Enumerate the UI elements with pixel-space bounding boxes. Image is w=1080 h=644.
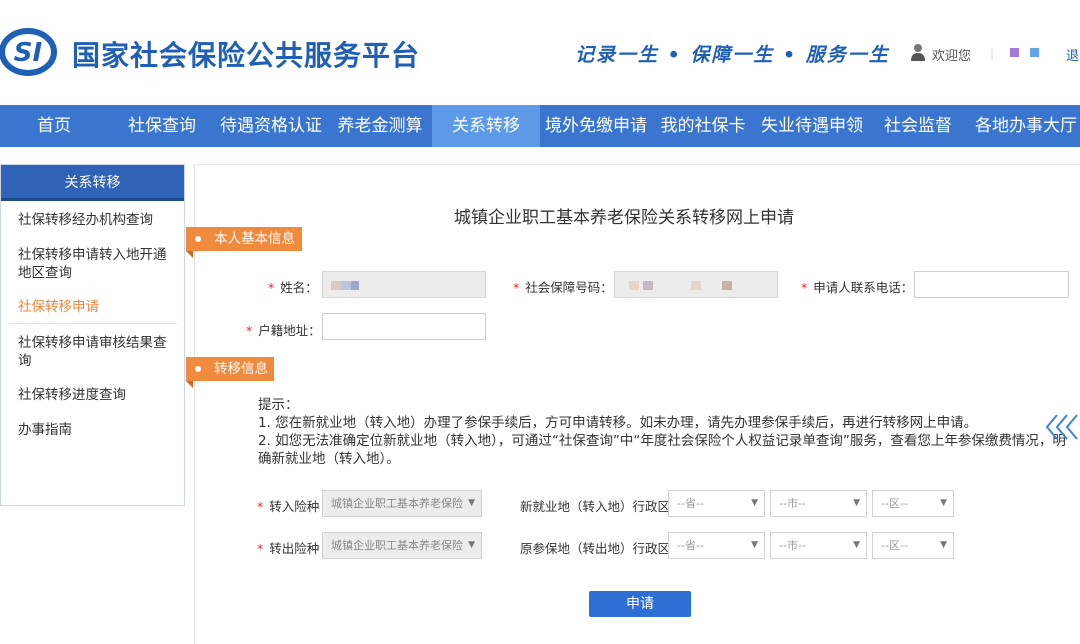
new-district-select[interactable]: --区-- ▼ bbox=[872, 490, 954, 517]
phone-label-text: 申请人联系电话： bbox=[813, 280, 914, 295]
sidebar-item-guide[interactable]: 办事指南 bbox=[18, 421, 178, 439]
masked-text bbox=[691, 281, 701, 290]
old-province-select[interactable]: --省-- ▼ bbox=[668, 532, 765, 559]
nav-item-overseas[interactable]: 境外免缴申请 bbox=[540, 105, 652, 147]
transfer-out-value: 城镇企业职工基本养老保险 bbox=[331, 539, 463, 552]
chevron-down-icon: ▼ bbox=[751, 540, 758, 550]
nav-item-query[interactable]: 社保查询 bbox=[112, 105, 212, 147]
name-label-text: 姓名： bbox=[280, 280, 318, 295]
theme-swatch-blue[interactable] bbox=[1030, 48, 1039, 57]
masked-text bbox=[351, 281, 359, 290]
required-mark: * bbox=[513, 280, 520, 295]
double-chevron-left-icon[interactable] bbox=[1043, 412, 1080, 442]
masked-text bbox=[643, 281, 653, 290]
nav-item-service-hall[interactable]: 各地办事大厅 bbox=[966, 105, 1080, 147]
hint-block: 提示： 1. 您在新就业地（转入地）办理了参保手续后，方可申请转移。如未办理，请… bbox=[258, 396, 1070, 468]
chevron-down-icon: ▼ bbox=[468, 498, 475, 508]
address-label-text: 户籍地址： bbox=[258, 323, 321, 338]
sidebar-item-review-result[interactable]: 社保转移申请审核结果查询 bbox=[18, 334, 178, 370]
old-region-label: 原参保地（转出地）行政区 bbox=[520, 541, 671, 556]
masked-text bbox=[629, 281, 639, 290]
sidebar-title: 关系转移 bbox=[1, 165, 184, 201]
sidebar-item-apply[interactable]: 社保转移申请 bbox=[18, 298, 178, 316]
site-title[interactable]: 国家社会保险公共服务平台 bbox=[72, 34, 420, 74]
old-province-placeholder: --省-- bbox=[677, 539, 704, 552]
required-mark: * bbox=[246, 323, 253, 338]
page-title: 城镇企业职工基本养老保险关系转移网上申请 bbox=[454, 208, 794, 228]
chevron-down-icon: ▼ bbox=[940, 498, 947, 508]
old-city-select[interactable]: --市-- ▼ bbox=[770, 532, 867, 559]
old-city-placeholder: --市-- bbox=[779, 539, 806, 552]
phone-input[interactable] bbox=[914, 271, 1069, 298]
new-region-label: 新就业地（转入地）行政区 bbox=[520, 499, 671, 514]
nav-item-qualification[interactable]: 待遇资格认证 bbox=[212, 105, 330, 147]
nav-item-my-card[interactable]: 我的社保卡 bbox=[652, 105, 754, 147]
ssn-label: * 社会保障号码： bbox=[513, 277, 613, 296]
name-field bbox=[322, 271, 486, 298]
nav-item-supervision[interactable]: 社会监督 bbox=[870, 105, 966, 147]
sidebar-divider bbox=[9, 323, 177, 324]
transfer-in-label-text: 转入险种 bbox=[269, 499, 320, 514]
transfer-out-label: * 转出险种 bbox=[257, 538, 319, 557]
new-province-placeholder: --省-- bbox=[677, 497, 704, 510]
old-district-placeholder: --区-- bbox=[881, 539, 908, 552]
chevron-down-icon: ▼ bbox=[853, 540, 860, 550]
new-province-select[interactable]: --省-- ▼ bbox=[668, 490, 765, 517]
new-city-placeholder: --市-- bbox=[779, 497, 806, 510]
chevron-down-icon: ▼ bbox=[468, 540, 475, 550]
sidebar-item-progress[interactable]: 社保转移进度查询 bbox=[18, 386, 178, 404]
name-label: * 姓名： bbox=[268, 277, 318, 296]
transfer-in-value: 城镇企业职工基本养老保险 bbox=[331, 497, 463, 510]
nav-item-transfer[interactable]: 关系转移 bbox=[432, 105, 540, 147]
transfer-in-label: * 转入险种 bbox=[257, 496, 319, 515]
chevron-down-icon: ▼ bbox=[853, 498, 860, 508]
section-tag-basic-info: 本人基本信息 bbox=[186, 227, 302, 258]
chevron-down-icon: ▼ bbox=[940, 540, 947, 550]
phone-label: * 申请人联系电话： bbox=[801, 277, 913, 296]
sidebar: 关系转移 社保转移经办机构查询 社保转移申请转入地开通地区查询 社保转移申请 社… bbox=[0, 164, 185, 506]
nav-item-unemployment[interactable]: 失业待遇申领 bbox=[754, 105, 870, 147]
ssn-field bbox=[614, 271, 778, 298]
hint-title: 提示： bbox=[258, 397, 299, 413]
site-header: SI 国家社会保险公共服务平台 记录一生 • 保障一生 • 服务一生 欢迎您 |… bbox=[0, 0, 1080, 105]
sidebar-item-region-query[interactable]: 社保转移申请转入地开通地区查询 bbox=[18, 246, 178, 282]
submit-button[interactable]: 申请 bbox=[589, 591, 691, 617]
old-district-select[interactable]: --区-- ▼ bbox=[872, 532, 954, 559]
chevron-down-icon: ▼ bbox=[751, 498, 758, 508]
required-mark: * bbox=[257, 499, 264, 514]
required-mark: * bbox=[801, 280, 808, 295]
masked-text bbox=[722, 281, 732, 290]
transfer-out-select[interactable]: 城镇企业职工基本养老保险 ▼ bbox=[322, 532, 482, 559]
slogan: 记录一生 • 保障一生 • 服务一生 bbox=[575, 44, 890, 66]
ssn-label-text: 社会保障号码： bbox=[525, 280, 613, 295]
new-district-placeholder: --区-- bbox=[881, 497, 908, 510]
required-mark: * bbox=[257, 541, 264, 556]
hint-line-2: 2. 如您无法准确定位新就业地（转入地），可通过“社保查询”中“年度社会保险个人… bbox=[258, 433, 1066, 467]
address-label: * 户籍地址： bbox=[246, 320, 321, 339]
masked-text bbox=[341, 281, 351, 290]
logo-text: SI bbox=[14, 38, 43, 68]
si-logo-icon[interactable]: SI bbox=[0, 28, 58, 76]
transfer-in-select[interactable]: 城镇企业职工基本养老保险 ▼ bbox=[322, 490, 482, 517]
required-mark: * bbox=[268, 280, 275, 295]
main-nav: 首页 社保查询 待遇资格认证 养老金测算 关系转移 境外免缴申请 我的社保卡 失… bbox=[0, 105, 1080, 147]
nav-item-home[interactable]: 首页 bbox=[0, 105, 108, 147]
nav-item-pension-calc[interactable]: 养老金测算 bbox=[330, 105, 430, 147]
logout-link[interactable]: 退 bbox=[1066, 45, 1079, 64]
user-icon bbox=[911, 44, 925, 61]
sidebar-item-agency-query[interactable]: 社保转移经办机构查询 bbox=[18, 211, 178, 229]
theme-swatch-purple[interactable] bbox=[1010, 48, 1019, 57]
new-city-select[interactable]: --市-- ▼ bbox=[770, 490, 867, 517]
hint-line-1: 1. 您在新就业地（转入地）办理了参保手续后，方可申请转移。如未办理，请先办理参… bbox=[258, 415, 978, 431]
address-input[interactable] bbox=[322, 313, 486, 340]
welcome-text: 欢迎您 bbox=[932, 49, 972, 64]
separator: | bbox=[990, 47, 995, 61]
section-tag-transfer-info: 转移信息 bbox=[186, 357, 274, 388]
masked-text bbox=[331, 281, 341, 290]
transfer-out-label-text: 转出险种 bbox=[269, 541, 320, 556]
